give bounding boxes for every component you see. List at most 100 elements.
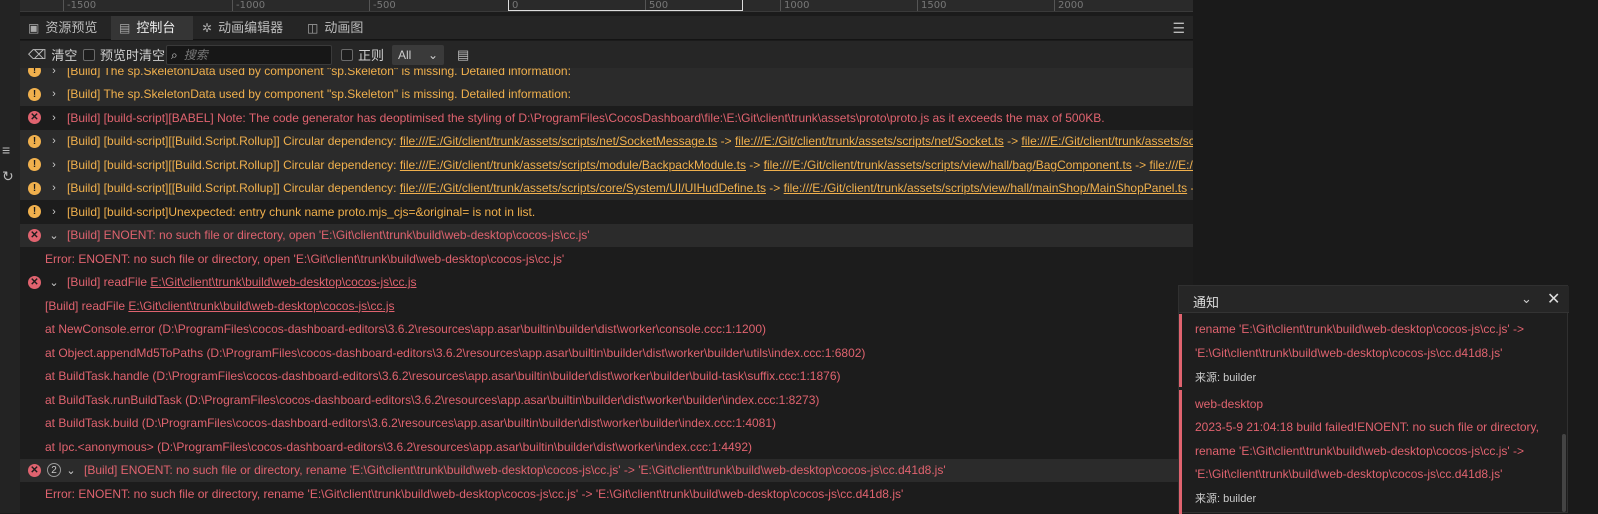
search-input[interactable]: [183, 48, 314, 62]
stack-trace-line: at BuildTask.build (D:\ProgramFiles\coco…: [20, 412, 1193, 436]
file-link[interactable]: file:///E:/Git/client/trunk/assets/scrip…: [400, 181, 766, 195]
chevron-right-icon[interactable]: ›: [49, 68, 59, 77]
log-row-warning[interactable]: ! › [Build] [build-script][[Build.Script…: [20, 129, 1193, 153]
warning-icon: !: [28, 87, 41, 101]
close-icon[interactable]: ✕: [1547, 289, 1560, 309]
notification-source: 来源: builder: [1195, 493, 1257, 505]
notification-panel: 通知 ⌄ ✕ rename 'E:\Git\client\trunk\build…: [1178, 285, 1569, 514]
file-link[interactable]: file:///E:/Git/client/trunk/assets/scrip…: [1021, 134, 1193, 148]
repeat-count-badge: 2: [47, 463, 61, 478]
error-icon: ✕: [28, 228, 41, 242]
notification-line: 'E:\Git\client\trunk\build\web-desktop\c…: [1195, 467, 1503, 481]
tab-console[interactable]: ▤ 控制台: [111, 16, 193, 40]
log-text: [Build] [build-script][BABEL] Note: The …: [67, 110, 1105, 125]
regex-checkbox[interactable]: 正则: [341, 41, 384, 68]
chevron-down-icon[interactable]: ⌄: [1521, 291, 1532, 307]
notification-card[interactable]: rename 'E:\Git\client\trunk\build\web-de…: [1179, 314, 1567, 387]
chevron-right-icon[interactable]: ›: [49, 182, 59, 194]
stack-trace-line: at BuildTask.runBuildTask (D:\ProgramFil…: [20, 388, 1193, 412]
checkbox-box[interactable]: [83, 48, 95, 61]
file-link[interactable]: file:///E:/Git/client/trunk/assets/scrip…: [400, 158, 746, 172]
ruler-tick: -1000: [232, 0, 265, 11]
log-text: [Build] readFile E:\Git\client\trunk\bui…: [67, 275, 416, 289]
file-link[interactable]: E:\Git\client\trunk\build\web-desktop\co…: [128, 299, 394, 313]
log-row-warning[interactable]: ! › [Build] [build-script][[Build.Script…: [20, 153, 1193, 177]
file-link[interactable]: file:///E:/Git/client/trunk/assets/scrip…: [735, 134, 1004, 148]
chevron-right-icon[interactable]: ›: [49, 135, 59, 147]
log-row-warning[interactable]: ! › [Build] [build-script][[Build.Script…: [20, 176, 1193, 200]
chevron-down-icon[interactable]: ⌄: [66, 464, 76, 477]
log-text-part: [Build] [build-script][[Build.Script.Rol…: [67, 181, 400, 196]
stack-trace-line: at Object.appendMd5ToPaths (D:\ProgramFi…: [20, 341, 1193, 365]
log-row-error[interactable]: ✕ 2 ⌄ [Build] ENOENT: no such file or di…: [20, 458, 1193, 482]
log-text: at Ipc.<anonymous> (D:\ProgramFiles\coco…: [45, 439, 753, 454]
notification-card[interactable]: web-desktop 2023-5-9 21:04:18 build fail…: [1179, 390, 1567, 514]
log-row-error[interactable]: ✕ ⌄ [Build] readFile E:\Git\client\trunk…: [20, 271, 1193, 295]
tab-label: 资源预览: [45, 20, 98, 35]
file-link[interactable]: file:///E:/Git/client/trunk/assets/scrip…: [784, 181, 1188, 195]
log-row-warning[interactable]: ! › [Build] The sp.SkeletonData used by …: [20, 68, 1193, 83]
file-link[interactable]: E:\Git\client\trunk\build\web-desktop\co…: [150, 275, 416, 289]
log-text: [Build] [build-script][[Build.Script.Rol…: [67, 134, 1193, 148]
chevron-right-icon[interactable]: ›: [49, 88, 59, 100]
chevron-right-icon[interactable]: ›: [49, 206, 59, 218]
stack-trace-line: at Ipc.<anonymous> (D:\ProgramFiles\coco…: [20, 435, 1193, 459]
refresh-icon[interactable]: ↻: [2, 168, 14, 185]
warning-icon: !: [28, 181, 41, 195]
log-row-error[interactable]: ✕ ⌄ [Build] ENOENT: no such file or dire…: [20, 223, 1193, 247]
notification-line: 'E:\Git\client\trunk\build\web-desktop\c…: [1195, 346, 1503, 360]
chevron-down-icon[interactable]: ⌄: [49, 276, 59, 289]
chevron-right-icon[interactable]: ›: [49, 159, 59, 171]
log-text-part: ->: [1187, 181, 1193, 195]
panel-menu-icon[interactable]: ☰: [1172, 20, 1185, 37]
tab-asset-preview[interactable]: ▣ 资源预览: [20, 16, 110, 40]
tab-animation-graph[interactable]: ◫ 动画图: [299, 16, 377, 40]
log-text-part: ->: [1131, 157, 1150, 172]
file-link[interactable]: file:///E:/Git/c: [1149, 158, 1193, 172]
log-text: [Build] ENOENT: no such file or director…: [67, 228, 590, 243]
terminal-icon: ▤: [119, 21, 131, 35]
search-box[interactable]: ⌕: [166, 45, 332, 65]
log-text: at NewConsole.error (D:\ProgramFiles\coc…: [45, 322, 766, 337]
ruler-tick: 2000: [1054, 0, 1083, 11]
animation-icon: ✲: [202, 21, 213, 35]
hamburger-icon[interactable]: ≡: [2, 142, 10, 158]
log-text: at BuildTask.build (D:\ProgramFiles\coco…: [45, 416, 777, 431]
preview-clear-checkbox[interactable]: 预览时清空: [83, 41, 165, 68]
file-link[interactable]: file:///E:/Git/client/trunk/assets/scrip…: [400, 134, 717, 148]
error-icon: ✕: [28, 463, 41, 477]
log-text-part: ->: [717, 134, 735, 149]
log-text-part: [Build] [build-script][[Build.Script.Rol…: [67, 134, 400, 149]
clear-button[interactable]: ⌫ 清空: [28, 41, 77, 68]
log-row-warning[interactable]: ! › [Build] [build-script]Unexpected: en…: [20, 200, 1193, 224]
file-link[interactable]: file:///E:/Git/client/trunk/assets/scrip…: [764, 158, 1132, 172]
scrollbar[interactable]: [1562, 434, 1566, 512]
preview-clear-label: 预览时清空: [100, 48, 166, 63]
chevron-right-icon[interactable]: ›: [49, 112, 59, 124]
ruler-tick: 1000: [780, 0, 809, 11]
log-text: [Build] [build-script][[Build.Script.Rol…: [67, 181, 1193, 195]
checkbox-box[interactable]: [341, 48, 353, 61]
log-text: Error: ENOENT: no such file or directory…: [45, 251, 565, 266]
error-icon: ✕: [28, 275, 41, 289]
log-level-select[interactable]: All ⌄: [392, 45, 444, 65]
chevron-down-icon: ⌄: [427, 48, 438, 62]
panel-tab-bar: ▣ 资源预览 ▤ 控制台 ✲ 动画编辑器 ◫ 动画图 ☰: [20, 16, 1193, 40]
chevron-down-icon[interactable]: ⌄: [49, 229, 59, 242]
notification-header: 通知 ⌄ ✕: [1179, 286, 1569, 313]
log-detail-line: [Build] readFile E:\Git\client\trunk\bui…: [20, 294, 1193, 318]
log-text: [Build] [build-script]Unexpected: entry …: [67, 204, 536, 219]
open-log-file-button[interactable]: ▤: [457, 41, 469, 68]
notification-line: rename 'E:\Git\client\trunk\build\web-de…: [1195, 444, 1525, 458]
log-row-error[interactable]: ✕ › [Build] [build-script][BABEL] Note: …: [20, 106, 1193, 130]
document-icon: ▤: [457, 46, 470, 62]
notification-card-title: web-desktop: [1195, 397, 1264, 411]
tab-animation-editor[interactable]: ✲ 动画编辑器: [194, 16, 298, 40]
log-text: at BuildTask.handle (D:\ProgramFiles\coc…: [45, 369, 841, 384]
timeline-ruler: -1500 -1000 -500 0 500 1000 1500 2000: [20, 0, 1193, 12]
search-icon: ⌕: [171, 47, 178, 62]
log-text: Error: ENOENT: no such file or directory…: [45, 486, 904, 501]
log-row-warning[interactable]: ! › [Build] The sp.SkeletonData used by …: [20, 82, 1193, 106]
tab-label: 控制台: [136, 20, 176, 35]
log-text-part: [Build] readFile: [67, 275, 151, 290]
